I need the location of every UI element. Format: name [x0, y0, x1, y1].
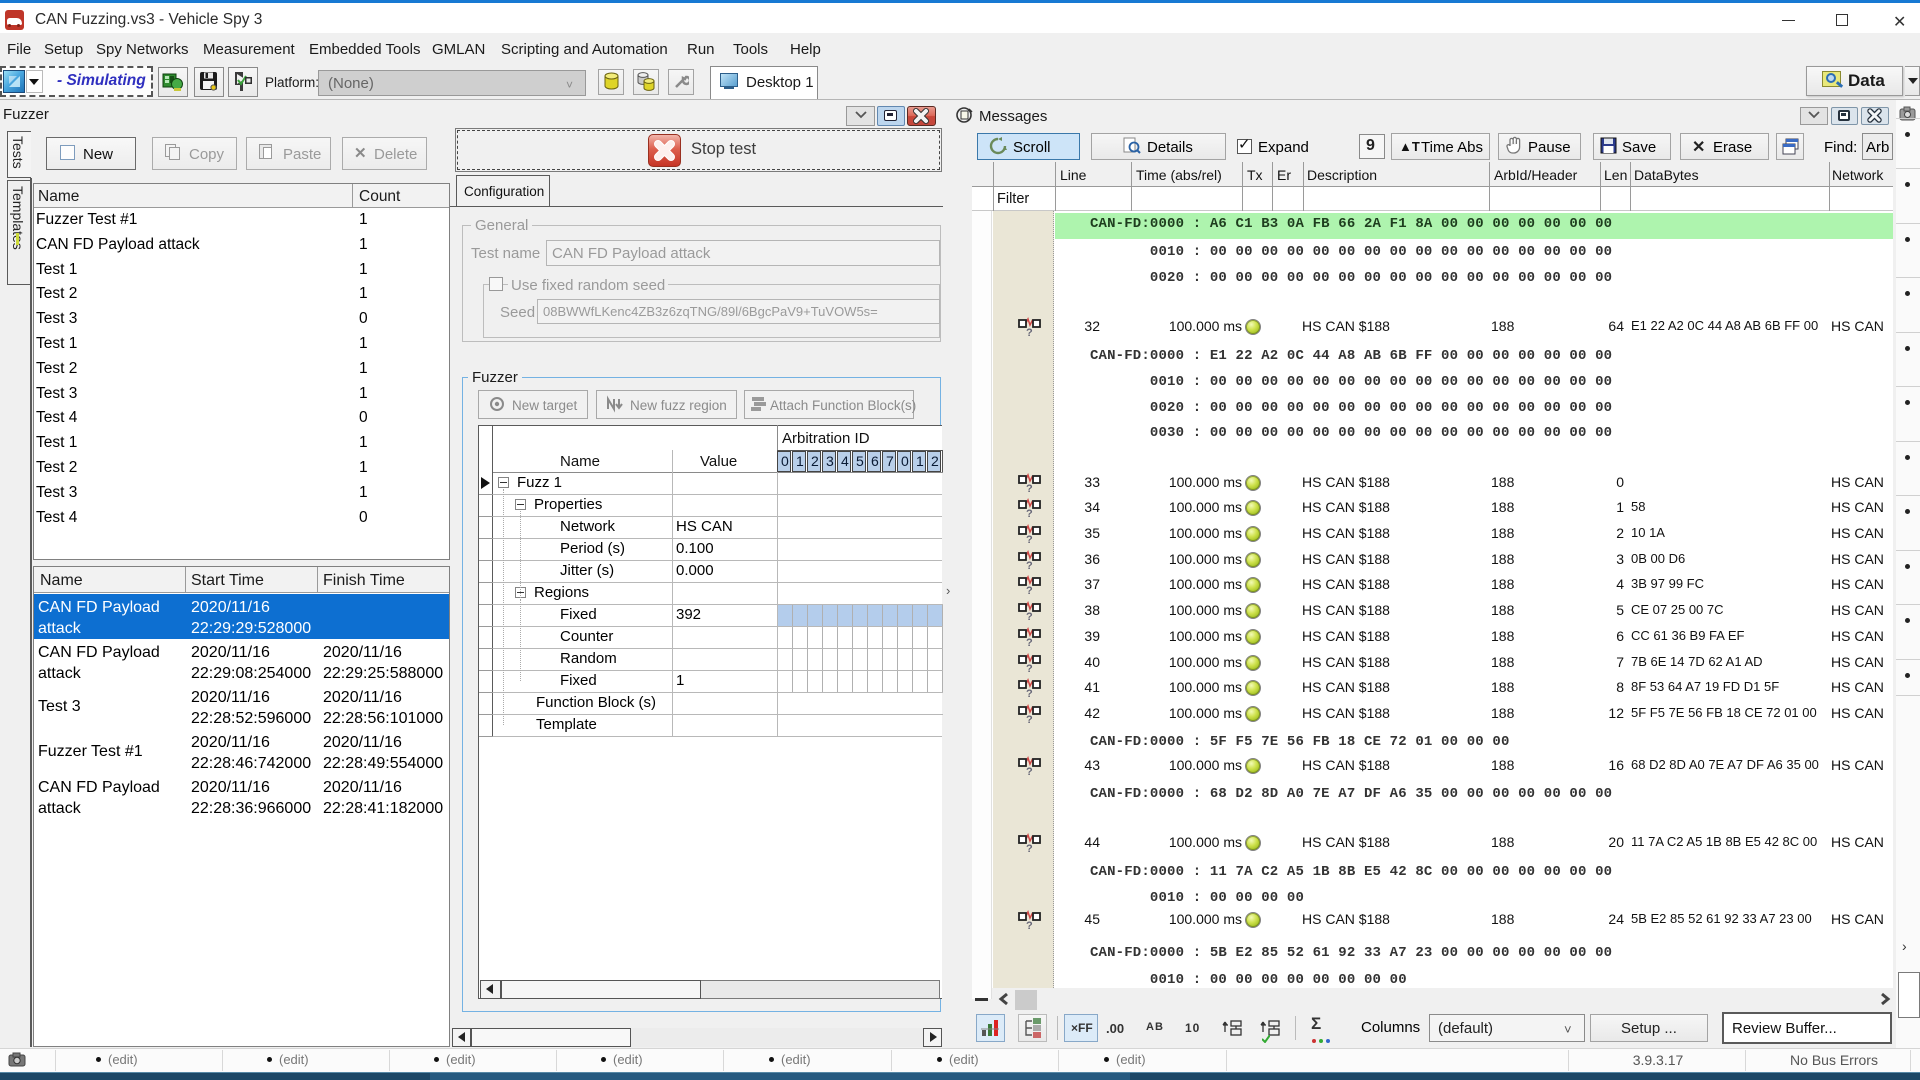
- svg-text:?: ?: [1026, 714, 1033, 725]
- svg-text:?: ?: [1026, 663, 1033, 674]
- svg-text:?: ?: [1026, 483, 1033, 494]
- svg-text:?: ?: [1026, 534, 1033, 545]
- svg-text:?: ?: [1026, 611, 1033, 622]
- svg-text:?: ?: [1026, 327, 1033, 338]
- svg-text:?: ?: [1026, 585, 1033, 596]
- svg-text:?: ?: [1026, 560, 1033, 571]
- svg-text:?: ?: [1026, 688, 1033, 699]
- svg-text:?: ?: [1026, 843, 1033, 854]
- svg-text:?: ?: [1026, 637, 1033, 648]
- svg-text:?: ?: [1026, 766, 1033, 777]
- svg-text:?: ?: [1026, 508, 1033, 519]
- svg-text:?: ?: [1026, 920, 1033, 931]
